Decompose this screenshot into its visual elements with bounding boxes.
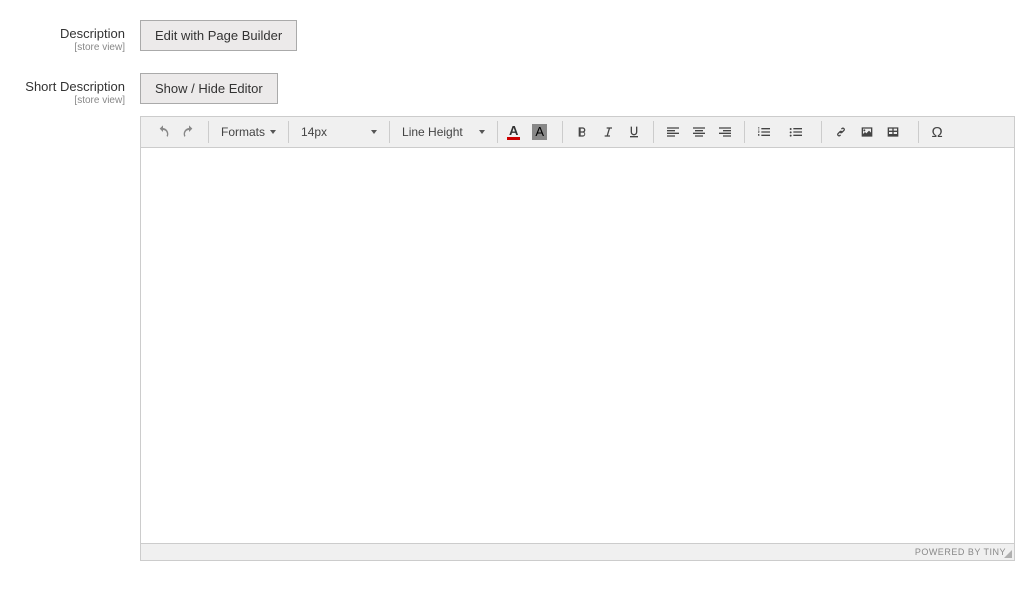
bold-icon (574, 124, 590, 140)
editor-footer: POWERED BY TINY (141, 543, 1014, 560)
line-height-label: Line Height (402, 125, 463, 139)
table-icon (885, 124, 901, 140)
font-size-dropdown[interactable]: 14px (295, 120, 383, 144)
caret-down-icon (270, 130, 276, 134)
bg-color-icon: A (532, 124, 547, 140)
bullet-list-icon (788, 124, 804, 140)
editor-toolbar: Formats 14px Line Height (141, 117, 1014, 148)
formats-dropdown[interactable]: Formats (215, 120, 282, 144)
undo-icon (155, 124, 171, 140)
italic-button[interactable] (595, 120, 621, 144)
omega-icon: Ω (931, 124, 942, 141)
text-color-button[interactable]: A (504, 120, 523, 144)
description-label: Description (60, 26, 125, 41)
short-description-row: Short Description [store view] Show / Hi… (10, 73, 1016, 561)
align-left-icon (665, 124, 681, 140)
powered-by-label: POWERED BY TINY (915, 547, 1006, 557)
description-field: Edit with Page Builder (140, 20, 1016, 51)
link-icon (833, 124, 849, 140)
align-center-button[interactable] (686, 120, 712, 144)
short-description-scope: [store view] (10, 95, 125, 106)
line-height-dropdown[interactable]: Line Height (396, 120, 491, 144)
table-button[interactable] (880, 120, 906, 144)
description-row: Description [store view] Edit with Page … (10, 20, 1016, 53)
special-char-button[interactable]: Ω (925, 120, 949, 144)
formats-label: Formats (221, 125, 265, 139)
underline-button[interactable] (621, 120, 647, 144)
description-label-col: Description [store view] (10, 20, 140, 53)
link-button[interactable] (828, 120, 854, 144)
short-description-label: Short Description (25, 79, 125, 94)
undo-button[interactable] (150, 120, 176, 144)
caret-down-icon (479, 130, 485, 134)
align-right-icon (717, 124, 733, 140)
short-description-label-col: Short Description [store view] (10, 73, 140, 106)
edit-with-page-builder-button[interactable]: Edit with Page Builder (140, 20, 297, 51)
bg-color-caret[interactable] (550, 120, 556, 144)
image-icon (859, 124, 875, 140)
text-color-icon: A (507, 124, 520, 140)
rich-text-editor: Formats 14px Line Height (140, 116, 1015, 561)
short-description-field: Show / Hide Editor Formats (140, 73, 1016, 561)
redo-icon (181, 124, 197, 140)
font-size-value: 14px (301, 125, 327, 139)
resize-handle[interactable] (1004, 550, 1012, 558)
description-scope: [store view] (10, 42, 125, 53)
bg-color-button[interactable]: A (529, 120, 550, 144)
align-center-icon (691, 124, 707, 140)
align-right-button[interactable] (712, 120, 738, 144)
numbered-list-button[interactable] (751, 120, 777, 144)
numbered-list-icon (756, 124, 772, 140)
bullet-list-button[interactable] (783, 120, 809, 144)
redo-button[interactable] (176, 120, 202, 144)
editor-content-area[interactable] (141, 148, 1014, 543)
table-caret[interactable] (906, 120, 912, 144)
caret-down-icon (371, 130, 377, 134)
show-hide-editor-button[interactable]: Show / Hide Editor (140, 73, 278, 104)
bullet-list-caret[interactable] (809, 120, 815, 144)
italic-icon (600, 124, 616, 140)
image-button[interactable] (854, 120, 880, 144)
bold-button[interactable] (569, 120, 595, 144)
underline-icon (626, 124, 642, 140)
align-left-button[interactable] (660, 120, 686, 144)
